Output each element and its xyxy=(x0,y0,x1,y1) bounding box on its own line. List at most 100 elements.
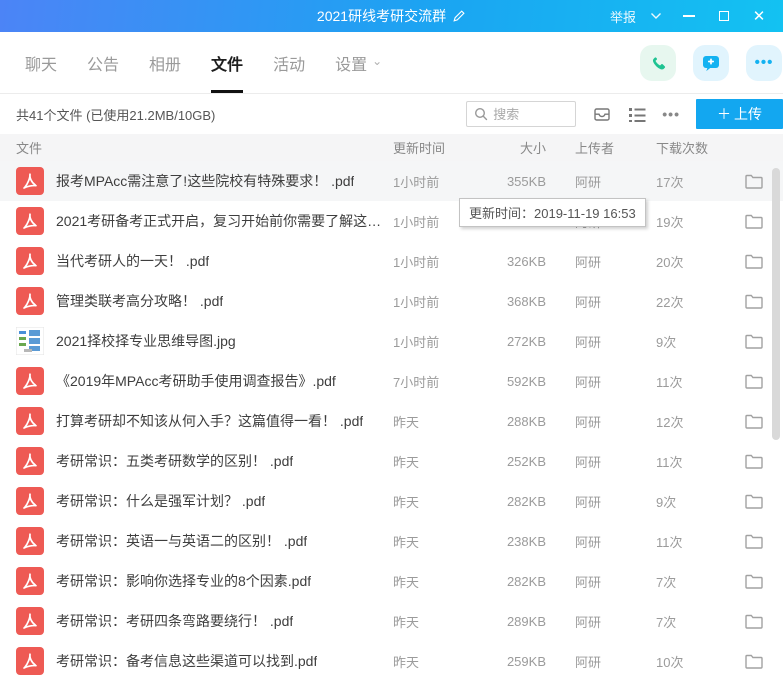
minimize-button[interactable] xyxy=(681,8,697,24)
file-size: 259KB xyxy=(501,654,546,669)
close-button[interactable]: ✕ xyxy=(751,8,767,24)
table-row[interactable]: 《2019年MPAcc考研助手使用调查报告》.pdf7小时前592KB阿研11次 xyxy=(0,361,783,401)
maximize-button[interactable] xyxy=(716,8,732,24)
edit-title-icon[interactable] xyxy=(452,9,466,23)
file-uploader: 阿研 xyxy=(546,532,656,551)
table-header: 文件 更新时间 大小 上传者 下载次数 xyxy=(0,134,783,161)
titlebar-chevron-down-icon[interactable] xyxy=(650,12,662,20)
table-row[interactable]: 打算考研却不知该从何入手？这篇值得一看！ .pdf昨天288KB阿研12次 xyxy=(0,401,783,441)
tab-bar: 聊天公告相册 文件 活动设置⌄ ••• xyxy=(0,32,783,94)
table-row[interactable]: 考研常识：英语一与英语二的区别！ .pdf昨天238KB阿研11次 xyxy=(0,521,783,561)
file-name: 2021择校择专业思维导图.jpg xyxy=(56,331,236,351)
file-size: 252KB xyxy=(501,454,546,469)
pdf-file-icon xyxy=(16,247,44,275)
file-size: 282KB xyxy=(501,494,546,509)
table-row[interactable]: 考研常识：影响你选择专业的8个因素.pdf昨天282KB阿研7次 xyxy=(0,561,783,601)
folder-icon[interactable] xyxy=(745,534,767,549)
file-updated-time: 7小时前 xyxy=(393,372,501,391)
table-row[interactable]: 考研常识：备考信息这些渠道可以找到.pdf昨天259KB阿研10次 xyxy=(0,641,783,681)
more-options-icon[interactable]: ••• xyxy=(662,106,680,122)
file-download-count: 11次 xyxy=(656,372,745,391)
search-input[interactable] xyxy=(493,107,568,122)
minimize-icon xyxy=(683,15,695,17)
search-box[interactable] xyxy=(466,101,576,127)
pdf-file-icon xyxy=(16,487,44,515)
file-uploader: 阿研 xyxy=(546,292,656,311)
file-updated-time: 1小时前 xyxy=(393,252,501,271)
tab-label: 相册 xyxy=(149,51,181,75)
folder-icon[interactable] xyxy=(745,334,767,349)
file-download-count: 17次 xyxy=(656,172,745,191)
folder-icon[interactable] xyxy=(745,174,767,189)
file-name: 考研常识：考研四条弯路要绕行！ .pdf xyxy=(56,611,293,631)
folder-icon[interactable] xyxy=(745,614,767,629)
tooltip-text: 更新时间：2019-11-19 16:53 xyxy=(469,206,636,221)
file-updated-time: 1小时前 xyxy=(393,172,501,191)
tab-chat[interactable]: 聊天 xyxy=(10,32,72,93)
tab-settings[interactable]: 设置⌄ xyxy=(320,32,397,93)
pdf-file-icon xyxy=(16,447,44,475)
file-uploader: 阿研 xyxy=(546,652,656,671)
file-download-count: 11次 xyxy=(656,532,745,551)
folder-icon[interactable] xyxy=(745,454,767,469)
folder-icon[interactable] xyxy=(745,574,767,589)
file-size: 272KB xyxy=(501,334,546,349)
file-download-count: 22次 xyxy=(656,292,745,311)
table-row[interactable]: 考研常识：五类考研数学的区别！ .pdf昨天252KB阿研11次 xyxy=(0,441,783,481)
close-icon: ✕ xyxy=(753,9,766,24)
maximize-icon xyxy=(719,11,729,21)
tab-activity[interactable]: 活动 xyxy=(258,32,320,93)
pdf-file-icon xyxy=(16,647,44,675)
download-tray-icon[interactable] xyxy=(592,105,612,124)
folder-icon[interactable] xyxy=(745,374,767,389)
folder-icon[interactable] xyxy=(745,414,767,429)
pdf-file-icon xyxy=(16,207,44,235)
table-row[interactable]: 2021择校择专业思维导图.jpg1小时前272KB阿研9次 xyxy=(0,321,783,361)
tab-label: 文件 xyxy=(211,51,243,75)
file-updated-time: 1小时前 xyxy=(393,292,501,311)
folder-icon[interactable] xyxy=(745,294,767,309)
file-uploader: 阿研 xyxy=(546,412,656,431)
image-file-icon xyxy=(16,327,44,355)
table-row[interactable]: 管理类联考高分攻略！ .pdf1小时前368KB阿研22次 xyxy=(0,281,783,321)
tab-album[interactable]: 相册 xyxy=(134,32,196,93)
report-button[interactable]: 举报 xyxy=(610,7,636,26)
pdf-file-icon xyxy=(16,407,44,435)
file-download-count: 11次 xyxy=(656,452,745,471)
folder-icon[interactable] xyxy=(745,654,767,669)
table-row[interactable]: 考研常识：考研四条弯路要绕行！ .pdf昨天289KB阿研7次 xyxy=(0,601,783,641)
tab-announcement[interactable]: 公告 xyxy=(72,32,134,93)
pdf-file-icon xyxy=(16,567,44,595)
voice-call-button[interactable] xyxy=(640,45,676,81)
pdf-file-icon xyxy=(16,527,44,555)
folder-icon[interactable] xyxy=(745,254,767,269)
file-download-count: 12次 xyxy=(656,412,745,431)
file-download-count: 10次 xyxy=(656,652,745,671)
header-file: 文件 xyxy=(16,138,393,157)
more-actions-button[interactable]: ••• xyxy=(746,45,782,81)
list-view-icon[interactable] xyxy=(628,106,646,122)
upload-button[interactable]: ＋ 上传 xyxy=(696,99,783,129)
table-row[interactable]: 考研常识：什么是强军计划？ .pdf昨天282KB阿研9次 xyxy=(0,481,783,521)
tab-label: 聊天 xyxy=(25,51,57,75)
file-name: 考研常识：英语一与英语二的区别！ .pdf xyxy=(56,531,307,551)
file-size: 282KB xyxy=(501,574,546,589)
file-updated-time: 昨天 xyxy=(393,572,501,591)
file-uploader: 阿研 xyxy=(546,372,656,391)
table-row[interactable]: 当代考研人的一天！ .pdf1小时前326KB阿研20次 xyxy=(0,241,783,281)
window-title: 2021研线考研交流群 xyxy=(317,6,446,26)
folder-icon[interactable] xyxy=(745,494,767,509)
file-download-count: 20次 xyxy=(656,252,745,271)
tab-label: 活动 xyxy=(273,51,305,75)
phone-icon xyxy=(648,53,668,73)
file-updated-time: 昨天 xyxy=(393,612,501,631)
tab-bar-actions: ••• xyxy=(640,45,767,81)
table-row[interactable]: 报考MPAcc需注意了!这些院校有特殊要求！ .pdf1小时前355KB阿研17… xyxy=(0,161,783,201)
file-updated-time: 1小时前 xyxy=(393,332,501,351)
scrollbar-thumb[interactable] xyxy=(772,168,780,440)
tab-files[interactable]: 文件 xyxy=(196,32,258,93)
table-row[interactable]: 2021考研备考正式开启，复习开始前你需要了解这些！ ....1小时前356KB… xyxy=(0,201,783,241)
open-chat-button[interactable] xyxy=(693,45,729,81)
file-download-count: 9次 xyxy=(656,332,745,351)
folder-icon[interactable] xyxy=(745,214,767,229)
